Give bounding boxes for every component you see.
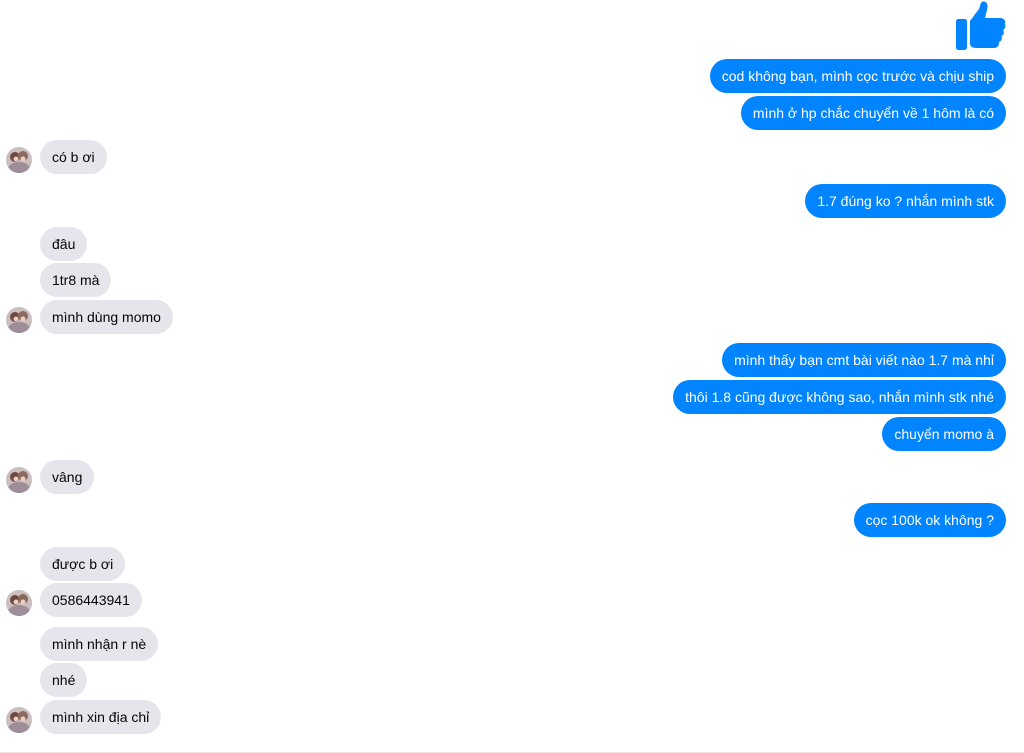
received-message[interactable]: được b ơi [40,547,126,581]
received-message[interactable]: mình xin địa chỉ [40,700,162,734]
received-message[interactable]: nhé [40,663,88,697]
sent-message[interactable]: mình thấy bạn cmt bài viết nào 1.7 mà nh… [722,343,1006,377]
contact-avatar[interactable] [6,307,32,333]
received-message[interactable]: 1tr8 mà [40,263,112,297]
received-message[interactable]: đâu [40,227,88,261]
chat-conversation: cod không bạn, mình cọc trước và chịu sh… [0,0,1024,753]
contact-avatar[interactable] [6,707,32,733]
contact-avatar[interactable] [6,590,32,616]
received-message[interactable]: mình nhận r nè [40,627,159,661]
contact-avatar[interactable] [6,147,32,173]
received-message[interactable]: có b ơi [40,140,107,174]
received-message[interactable]: 0586443941 [40,583,142,617]
sent-message[interactable]: chuyển momo à [882,417,1006,451]
sent-message[interactable]: cod không bạn, mình cọc trước và chịu sh… [709,59,1006,93]
contact-avatar[interactable] [6,467,32,493]
sent-message[interactable]: mình ở hp chắc chuyển về 1 hôm là có [740,96,1006,130]
received-message[interactable]: mình dùng momo [40,300,173,334]
received-message[interactable]: vâng [40,460,95,494]
sent-message[interactable]: 1.7 đúng ko ? nhắn mình stk [805,184,1006,218]
sent-message[interactable]: cọc 100k ok không ? [853,503,1006,537]
thumbs-up-icon[interactable] [954,0,1008,52]
sent-message[interactable]: thôi 1.8 cũng được không sao, nhắn mình … [673,380,1006,414]
